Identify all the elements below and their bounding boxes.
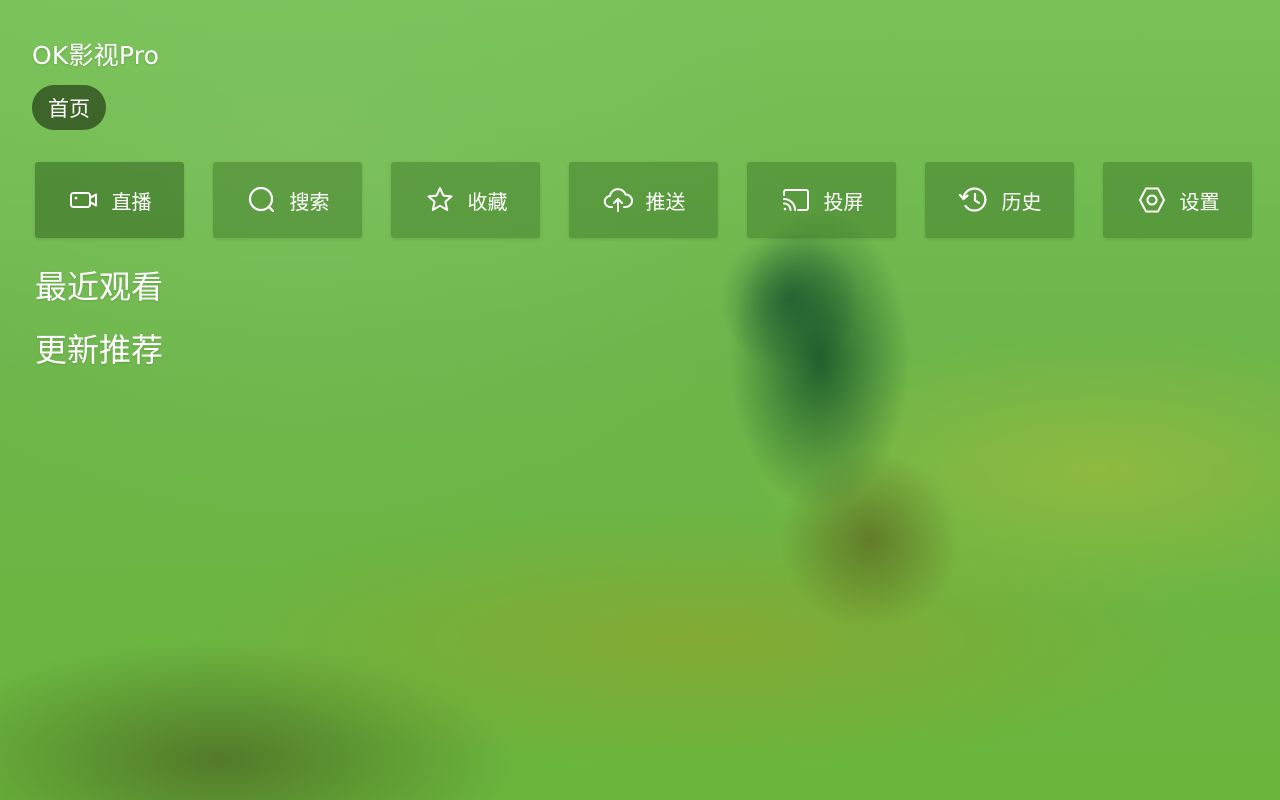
settings-icon [1136,184,1168,216]
update-recommend-heading: 更新推荐 [35,331,164,369]
cast-button[interactable]: 投屏 [747,162,896,238]
recent-watched-heading: 最近观看 [35,268,164,306]
star-icon [424,184,456,216]
push-button-label: 推送 [645,189,686,214]
history-button-label: 历史 [1001,189,1042,214]
history-button[interactable]: 历史 [925,162,1074,238]
cloud-upload-icon [602,184,634,216]
favorites-button[interactable]: 收藏 [391,162,540,238]
search-button[interactable]: 搜索 [213,162,362,238]
live-camera-icon [68,184,100,216]
search-button-label: 搜索 [289,189,330,214]
push-button[interactable]: 推送 [569,162,718,238]
live-button[interactable]: 直播 [35,162,184,238]
tab-home-label: 首页 [48,96,90,121]
app-title: OK影视Pro [32,41,160,70]
cast-button-label: 投屏 [823,189,864,214]
settings-button[interactable]: 设置 [1103,162,1252,238]
history-icon [958,184,990,216]
settings-button-label: 设置 [1179,189,1220,214]
cast-icon [780,184,812,216]
live-button-label: 直播 [111,189,152,214]
search-icon [246,184,278,216]
favorites-button-label: 收藏 [467,189,508,214]
toolbar: 直播 搜索 收藏 推送 投屏 历史 设置 [35,162,1252,238]
background-image [0,0,1280,800]
tab-home[interactable]: 首页 [32,85,106,130]
